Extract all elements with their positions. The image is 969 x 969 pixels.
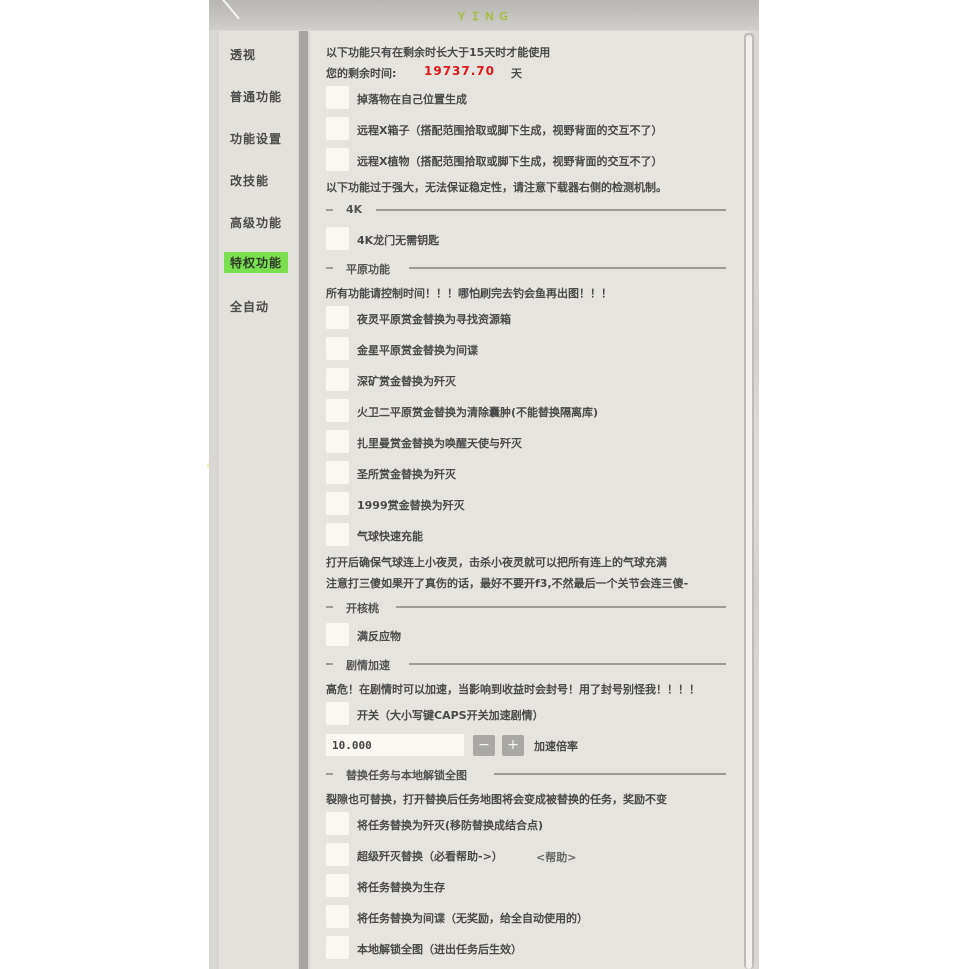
story-warning: 高危！在剧情时可以加速，当影响到收益时会封号！用了封号别怪我！！！！	[326, 683, 700, 696]
label-plains-3: 深矿赏金替换为歼灭	[357, 375, 456, 388]
label-remote-plant: 远程X植物（搭配范围拾取或脚下生成，视野背面的交互不了）	[357, 155, 663, 168]
decrement-button[interactable]: −	[473, 735, 495, 756]
checkbox-mission-3[interactable]	[326, 874, 349, 897]
sidebar-item-settings[interactable]: 功能设置	[224, 128, 288, 149]
help-link[interactable]: <帮助>	[536, 849, 576, 865]
plains-notice: 所有功能请控制时间！！！哪怕刷完去钓会鱼再出图！！！	[326, 287, 612, 300]
section-line	[376, 209, 726, 211]
label-drop-self: 掉落物在自己位置生成	[357, 93, 467, 106]
remaining-value: 19737.70	[424, 64, 496, 78]
section-title: 4K	[346, 203, 363, 216]
sidebar-item-esp[interactable]: 透视	[224, 44, 262, 65]
stability-warning: 以下功能过于强大，无法保证稳定性，请注意下载器右侧的检测机制。	[326, 181, 667, 194]
section-title: 剧情加速	[346, 659, 390, 672]
sidebar-item-skills[interactable]: 改技能	[224, 170, 275, 191]
sidebar-item-privileged[interactable]: 特权功能	[224, 252, 289, 273]
checkbox-plains-7[interactable]	[326, 492, 349, 515]
section-4k: 4K	[326, 203, 726, 217]
section-dash	[326, 606, 333, 608]
label-plains-1: 夜灵平原赏金替换为寻找资源箱	[357, 313, 511, 326]
label-mission-4: 将任务替换为间谍（无奖励，给全自动使用的）	[357, 912, 588, 925]
checkbox-plains-4[interactable]	[326, 399, 349, 422]
section-line	[409, 663, 726, 665]
label-plains-4: 火卫二平原赏金替换为清除囊肿(不能替换隔离库)	[357, 406, 599, 419]
section-line	[494, 773, 726, 775]
section-story: 剧情加速	[326, 657, 726, 672]
sidebar-item-auto[interactable]: 全自动	[224, 296, 275, 317]
section-title: 平原功能	[346, 263, 390, 276]
label-full-reactant: 满反应物	[357, 630, 401, 643]
scrollbar-thumb[interactable]	[746, 35, 752, 969]
section-title: 替换任务与本地解锁全图	[346, 769, 467, 782]
checkbox-mission-5[interactable]	[326, 936, 349, 959]
label-mission-3: 将任务替换为生存	[357, 881, 445, 894]
duration-notice: 以下功能只有在剩余时长大于15天时才能使用	[326, 46, 551, 59]
label-mission-1: 将任务替换为歼灭(移防替换成结合点)	[357, 819, 544, 832]
checkbox-remote-box[interactable]	[326, 117, 349, 140]
label-plains-5: 扎里曼赏金替换为唤醒天使与歼灭	[357, 437, 522, 450]
title-bar[interactable]: ＹＩＮＧ	[209, 0, 759, 30]
checkbox-story-toggle[interactable]	[326, 702, 349, 725]
label-plains-2: 金星平原赏金替换为间谍	[357, 344, 478, 357]
checkbox-remote-plant[interactable]	[326, 148, 349, 171]
checkbox-drop-self[interactable]	[326, 86, 349, 109]
increment-button[interactable]: +	[502, 735, 524, 756]
label-plains-6: 圣所赏金替换为歼灭	[357, 468, 456, 481]
app-window: ＹＩＮＧ 透视 普通功能 功能设置 改技能 高级功能 特权功能 全自动 以下功能…	[209, 0, 759, 969]
checkbox-mission-1[interactable]	[326, 812, 349, 835]
mission-note: 裂隙也可替换，打开替换后任务地图将会变成被替换的任务，奖励不变	[326, 793, 667, 806]
section-dash	[326, 267, 333, 269]
section-nuke: 开核桃	[326, 600, 726, 615]
section-mission: 替换任务与本地解锁全图	[326, 767, 726, 782]
label-plains-7: 1999赏金替换为歼灭	[357, 499, 465, 512]
balloon-note-1: 打开后确保气球连上小夜灵，击杀小夜灵就可以把所有连上的气球充满	[326, 556, 667, 569]
label-story-toggle: 开关（大小写键CAPS开关加速剧情）	[357, 709, 544, 722]
checkbox-plains-1[interactable]	[326, 306, 349, 329]
section-dash	[326, 209, 333, 211]
label-balloon-charge: 气球快速充能	[357, 530, 423, 543]
label-4k-key: 4K龙门无需钥匙	[357, 234, 440, 247]
checkbox-plains-2[interactable]	[326, 337, 349, 360]
speed-multiplier-label: 加速倍率	[534, 740, 578, 753]
sidebar-item-general[interactable]: 普通功能	[224, 86, 288, 107]
remaining-label: 您的剩余时间:	[326, 67, 397, 80]
sidebar-item-advanced[interactable]: 高级功能	[224, 212, 288, 233]
section-line	[396, 606, 726, 608]
checkbox-plains-6[interactable]	[326, 461, 349, 484]
section-dash	[326, 663, 333, 665]
label-mission-5: 本地解锁全图（进出任务后生效）	[357, 943, 522, 956]
section-title: 开核桃	[346, 602, 379, 615]
section-line	[409, 267, 726, 269]
checkbox-plains-3[interactable]	[326, 368, 349, 391]
checkbox-plains-5[interactable]	[326, 430, 349, 453]
checkbox-full-reactant[interactable]	[326, 623, 349, 646]
section-plains: 平原功能	[326, 261, 726, 276]
speed-multiplier-input[interactable]	[326, 734, 464, 756]
checkbox-4k-key[interactable]	[326, 227, 349, 250]
section-dash	[326, 773, 333, 775]
checkbox-balloon-charge[interactable]	[326, 523, 349, 546]
label-remote-box: 远程X箱子（搭配范围拾取或脚下生成，视野背面的交互不了）	[357, 124, 663, 137]
remaining-unit: 天	[511, 67, 522, 80]
checkbox-mission-4[interactable]	[326, 905, 349, 928]
balloon-note-2: 注意打三傻如果开了真伤的话，最好不要开f3,不然最后一个关节会连三傻-	[326, 577, 689, 590]
checkbox-mission-2[interactable]	[326, 843, 349, 866]
label-mission-2: 超级歼灭替换（必看帮助->）	[357, 850, 503, 863]
window-title: ＹＩＮＧ	[456, 10, 512, 23]
sidebar-divider	[299, 31, 308, 969]
